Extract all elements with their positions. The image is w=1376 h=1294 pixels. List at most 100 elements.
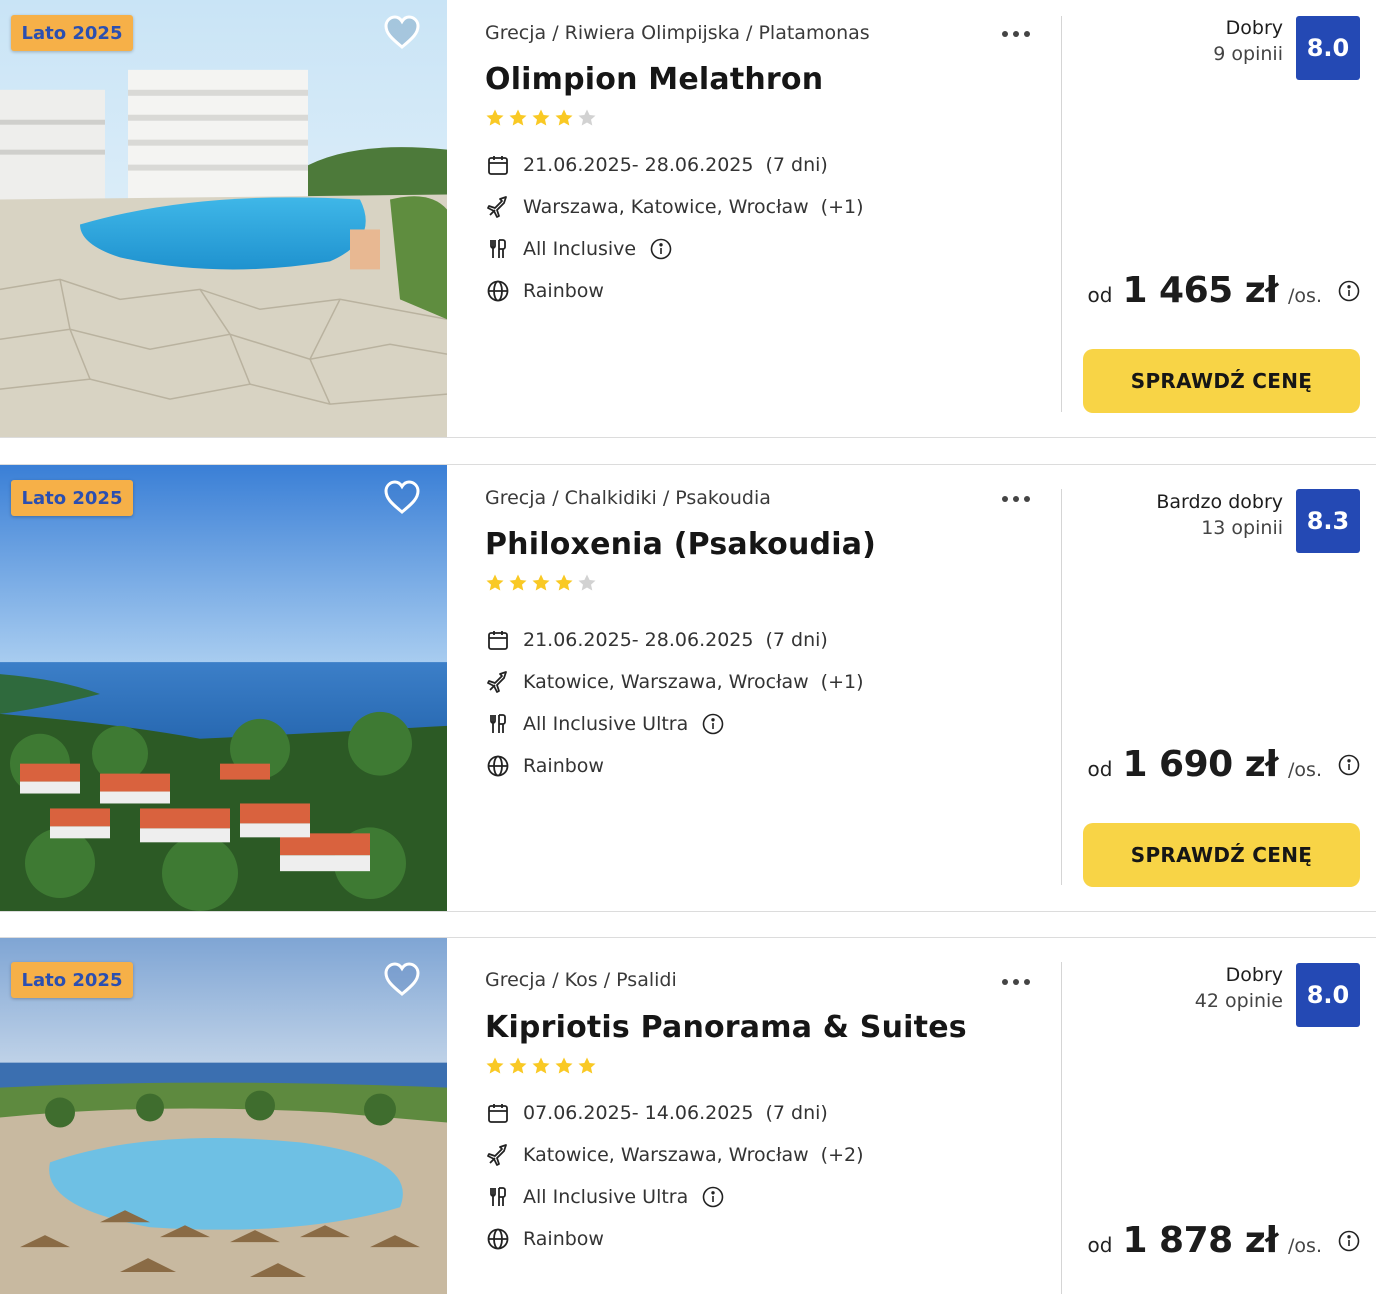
star-icon [509,574,527,591]
price-prefix: od [1087,1233,1113,1257]
more-options-icon[interactable] [999,24,1033,44]
star-icon [509,109,527,126]
star-icon [578,109,596,126]
price: od 1 465 zł /os. [1088,270,1360,311]
star-icon [555,109,573,126]
star-rating [485,573,597,593]
departure-airports: Warszawa, Katowice, Wrocław [523,196,809,218]
favorite-heart-icon[interactable] [383,479,421,515]
calendar-icon [485,152,511,178]
rating-score: 8.0 [1296,16,1360,80]
rating-summary: Dobry 9 opinii [1213,17,1283,65]
more-options-icon[interactable] [999,972,1033,992]
departures-more[interactable]: (+1) [821,671,864,693]
plane-icon [485,1142,511,1168]
star-rating [485,108,597,128]
price-amount: 1 465 zł [1122,270,1279,311]
hotel-photo[interactable] [0,0,447,437]
check-price-button[interactable]: SPRAWDŹ CENĘ [1083,823,1360,887]
review-count[interactable]: 9 opinii [1213,43,1283,65]
more-options-icon[interactable] [999,489,1033,509]
departures-more[interactable]: (+2) [821,1144,864,1166]
divider [1061,489,1062,885]
board-type: All Inclusive [523,238,637,260]
board-row: All Inclusive Ultra [485,1184,724,1210]
star-icon [555,1057,573,1074]
breadcrumb[interactable]: Grecja / Chalkidiki / Psakoudia [485,487,771,509]
price-info-icon[interactable] [1338,754,1360,776]
board-type: All Inclusive Ultra [523,713,689,735]
star-icon [578,1057,596,1074]
breadcrumb[interactable]: Grecja / Kos / Psalidi [485,969,677,991]
price: od 1 878 zł /os. [1088,1220,1360,1261]
departures-more[interactable]: (+1) [821,196,864,218]
check-price-button[interactable]: SPRAWDŹ CENĘ [1083,349,1360,413]
star-icon [532,1057,550,1074]
price-info-icon[interactable] [1338,1230,1360,1252]
star-icon [509,1057,527,1074]
travel-dates: 21.06.2025- 28.06.2025 [523,154,754,176]
review-count[interactable]: 42 opinie [1195,990,1283,1012]
tour-operator: Rainbow [523,1228,604,1250]
hotel-name[interactable]: Olimpion Melathron [485,62,823,97]
review-count[interactable]: 13 opinii [1156,517,1283,539]
departures-row: Katowice, Warszawa, Wrocław (+1) [485,669,864,695]
cutlery-icon [485,1184,511,1210]
star-icon [486,574,504,591]
departure-airports: Katowice, Warszawa, Wrocław [523,671,809,693]
travel-dates: 21.06.2025- 28.06.2025 [523,629,754,651]
offer-card[interactable]: Lato 2025 Grecja / Chalkidiki / Psakoudi… [0,464,1376,912]
calendar-icon [485,1100,511,1126]
rating-word: Dobry [1225,17,1283,39]
price-amount: 1 878 zł [1122,1220,1279,1261]
tour-operator: Rainbow [523,280,604,302]
rating-score: 8.0 [1296,963,1360,1027]
rating-score: 8.3 [1296,489,1360,553]
board-info-icon[interactable] [650,238,672,260]
travel-dates: 07.06.2025- 14.06.2025 [523,1102,754,1124]
operator-row: Rainbow [485,753,604,779]
hotel-photo[interactable] [0,465,447,911]
board-row: All Inclusive [485,236,672,262]
hotel-name[interactable]: Philoxenia (Psakoudia) [485,527,876,562]
favorite-heart-icon[interactable] [383,961,421,997]
divider [1061,16,1062,412]
board-info-icon[interactable] [702,713,724,735]
dates-row: 21.06.2025- 28.06.2025 (7 dni) [485,627,828,653]
price-amount: 1 690 zł [1122,744,1279,785]
star-icon [555,574,573,591]
rating-summary: Dobry 42 opinie [1195,964,1283,1012]
departures-row: Warszawa, Katowice, Wrocław (+1) [485,194,864,220]
favorite-heart-icon[interactable] [383,14,421,50]
price-info-icon[interactable] [1338,280,1360,302]
hotel-name[interactable]: Kipriotis Panorama & Suites [485,1010,967,1045]
tour-operator: Rainbow [523,755,604,777]
cutlery-icon [485,711,511,737]
breadcrumb[interactable]: Grecja / Riwiera Olimpijska / Platamonas [485,22,870,44]
season-badge: Lato 2025 [11,480,133,516]
star-rating [485,1056,597,1076]
star-icon [486,109,504,126]
price-unit: /os. [1288,285,1322,307]
dates-row: 21.06.2025- 28.06.2025 (7 dni) [485,152,828,178]
star-icon [532,109,550,126]
plane-icon [485,669,511,695]
board-row: All Inclusive Ultra [485,711,724,737]
departure-airports: Katowice, Warszawa, Wrocław [523,1144,809,1166]
plane-icon [485,194,511,220]
departures-row: Katowice, Warszawa, Wrocław (+2) [485,1142,864,1168]
operator-row: Rainbow [485,1226,604,1252]
price-unit: /os. [1288,759,1322,781]
globe-icon [485,1226,511,1252]
dates-row: 07.06.2025- 14.06.2025 (7 dni) [485,1100,828,1126]
trip-duration: (7 dni) [765,629,828,651]
offer-card[interactable]: Lato 2025 Grecja / Kos / Psalidi Kipriot… [0,937,1376,1294]
star-icon [578,574,596,591]
sea-resort-aerial-photo [0,465,447,911]
offer-card[interactable]: Lato 2025 Grecja / Riwiera Olimpijska / … [0,0,1376,438]
season-badge: Lato 2025 [11,962,133,998]
hotel-pool-photo [0,0,447,437]
board-info-icon[interactable] [702,1186,724,1208]
rating-summary: Bardzo dobry 13 opinii [1156,491,1283,539]
price-prefix: od [1087,283,1113,307]
